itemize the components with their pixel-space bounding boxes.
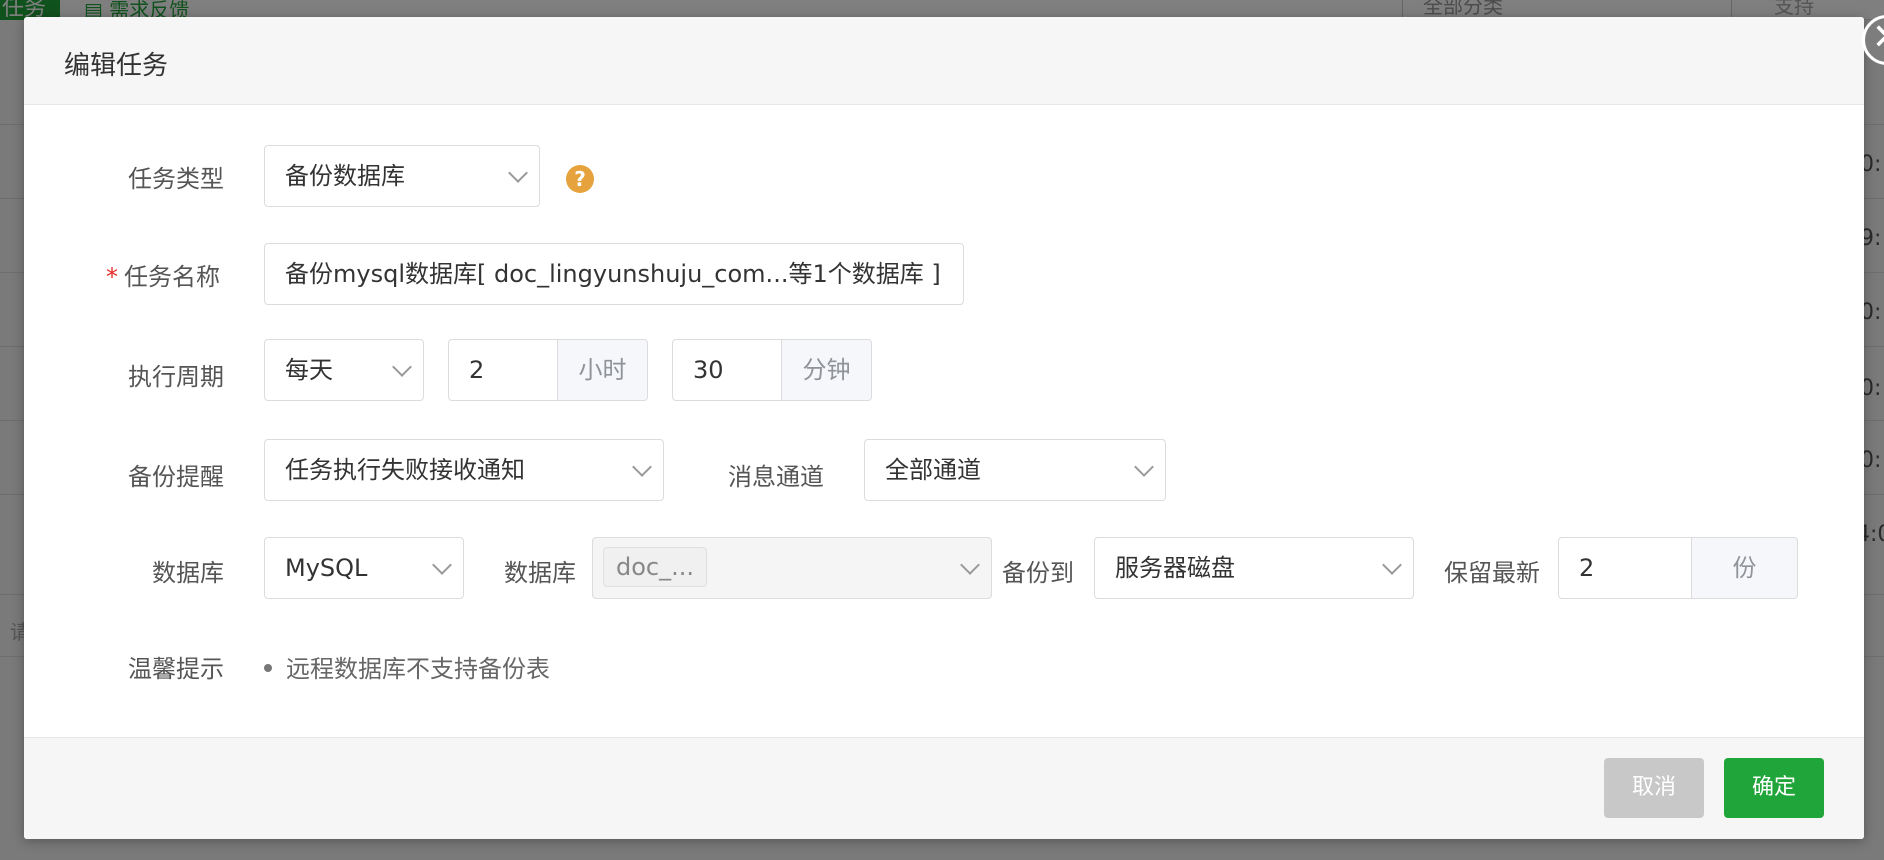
hour-unit: 小时 <box>558 339 648 401</box>
keep-count-unit: 份 <box>1692 537 1798 599</box>
chevron-down-icon <box>960 555 980 575</box>
keep-count-input[interactable]: 2 <box>1558 537 1692 599</box>
reminder-select[interactable]: 任务执行失败接收通知 <box>264 439 664 501</box>
bullet-icon <box>264 664 272 672</box>
task-type-label: 任务类型 <box>128 165 224 193</box>
cycle-period-select[interactable]: 每天 <box>264 339 424 401</box>
database-name-label: 数据库 <box>504 559 576 587</box>
dialog-header: 编辑任务 <box>24 17 1864 105</box>
tips-label: 温馨提示 <box>128 655 224 683</box>
tip-text: 远程数据库不支持备份表 <box>286 655 550 683</box>
tip-item: 远程数据库不支持备份表 <box>264 649 550 684</box>
cycle-label: 执行周期 <box>128 363 224 391</box>
dialog-title: 编辑任务 <box>64 51 169 81</box>
chevron-down-icon <box>432 555 452 575</box>
chevron-down-icon <box>392 357 412 377</box>
minute-input[interactable]: 30 <box>672 339 782 401</box>
edit-task-dialog: 编辑任务 任务类型 备份数据库 ? * 任务名称 备份mysql数据库[ doc_… <box>24 15 1884 839</box>
dialog-footer: 取消 确定 <box>24 737 1864 839</box>
task-name-label-text: 任务名称 <box>124 263 220 291</box>
backup-to-select[interactable]: 服务器磁盘 <box>1094 537 1414 599</box>
reminder-value: 任务执行失败接收通知 <box>285 456 525 484</box>
minute-unit: 分钟 <box>782 339 872 401</box>
database-type-select[interactable]: MySQL <box>264 537 464 599</box>
task-type-select[interactable]: 备份数据库 <box>264 145 540 207</box>
channel-value: 全部通道 <box>885 456 981 484</box>
backup-to-value: 服务器磁盘 <box>1115 554 1235 582</box>
help-icon[interactable]: ? <box>566 165 594 193</box>
backup-to-label: 备份到 <box>1002 559 1074 587</box>
reminder-label: 备份提醒 <box>128 463 224 491</box>
database-label: 数据库 <box>152 559 224 587</box>
chevron-down-icon <box>632 457 652 477</box>
task-type-value: 备份数据库 <box>285 162 405 190</box>
hour-input[interactable]: 2 <box>448 339 558 401</box>
database-type-value: MySQL <box>285 554 368 582</box>
database-name-select[interactable]: doc_... <box>592 537 992 599</box>
required-mark: * <box>106 263 118 291</box>
confirm-button[interactable]: 确定 <box>1724 758 1824 818</box>
task-name-label: * 任务名称 <box>106 257 220 292</box>
cancel-button[interactable]: 取消 <box>1604 758 1704 818</box>
keep-latest-label: 保留最新 <box>1444 559 1540 587</box>
chevron-down-icon <box>1382 555 1402 575</box>
database-tag: doc_... <box>603 547 707 587</box>
chevron-down-icon <box>1134 457 1154 477</box>
channel-select[interactable]: 全部通道 <box>864 439 1166 501</box>
chevron-down-icon <box>508 163 528 183</box>
channel-label: 消息通道 <box>728 463 824 491</box>
cycle-period-value: 每天 <box>285 356 333 384</box>
task-name-input[interactable]: 备份mysql数据库[ doc_lingyunshuju_com...等1个数据… <box>264 243 964 305</box>
